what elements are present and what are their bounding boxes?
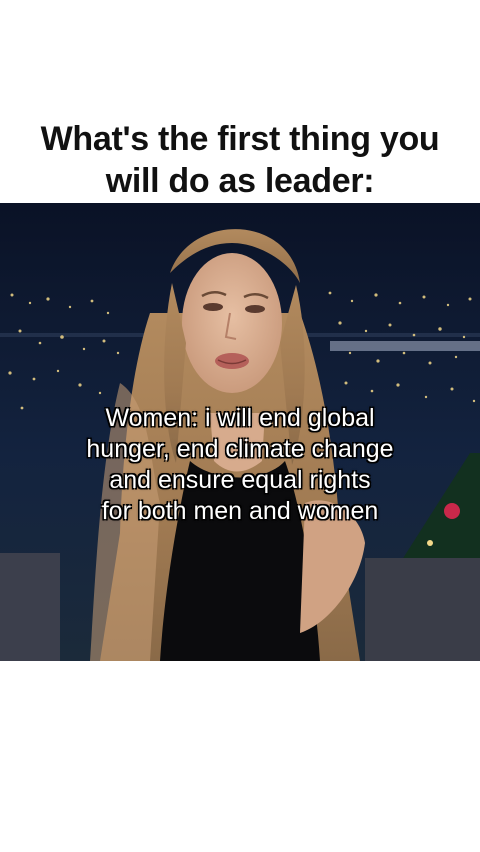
bridge-lights <box>330 341 480 351</box>
meme-page: What's the first thing you will do as le… <box>0 0 480 852</box>
video-caption: Women: i will end global hunger, end cli… <box>0 403 480 527</box>
meme-title-line-2: will do as leader: <box>105 162 375 200</box>
caption-line-3: and ensure equal rights <box>109 466 371 494</box>
caption-line-2: hunger, end climate change <box>86 435 394 463</box>
caption-line-4: for both men and women <box>101 497 379 525</box>
caption-line-1: Women: i will end global <box>105 404 375 432</box>
video-still: Women: i will end global hunger, end cli… <box>0 203 480 661</box>
meme-title-line-1: What's the first thing you <box>40 120 440 158</box>
meme-title: What's the first thing you will do as le… <box>0 118 480 202</box>
